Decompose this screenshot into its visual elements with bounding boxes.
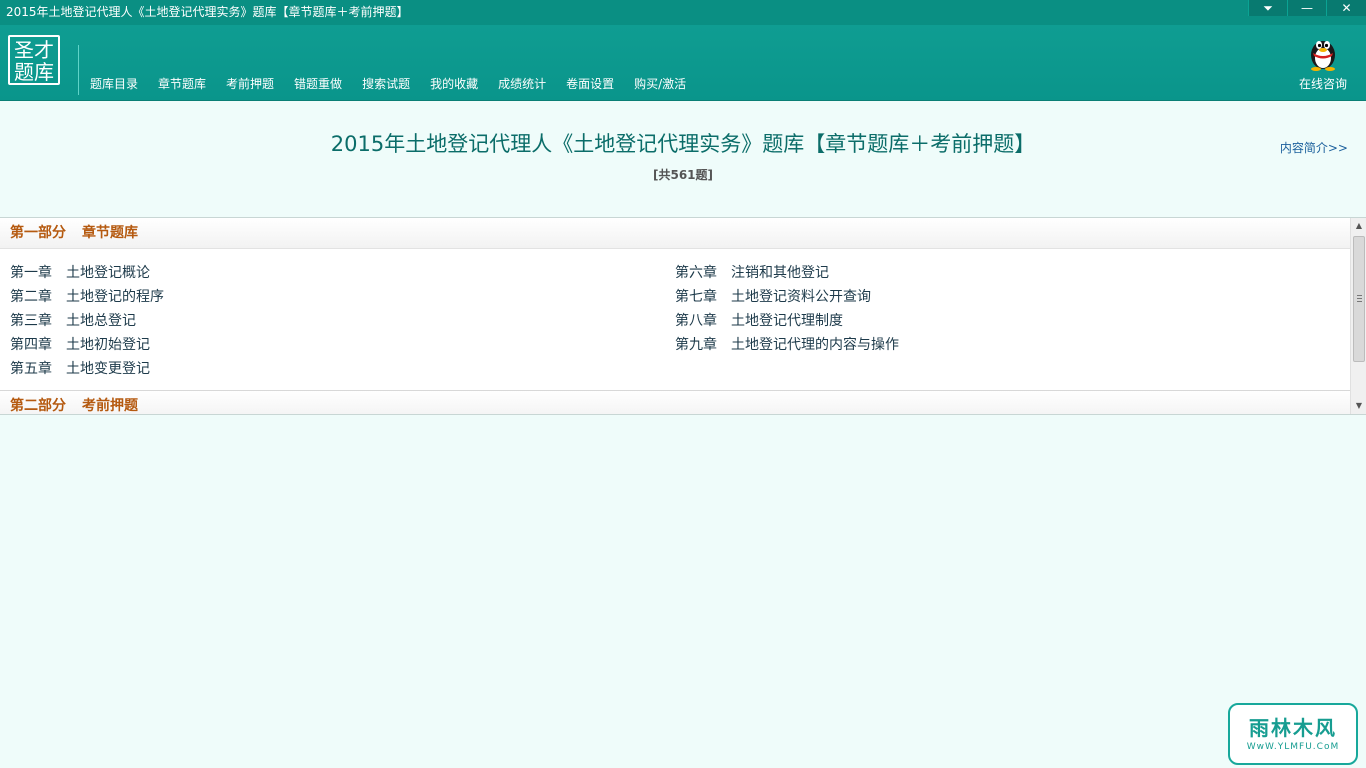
app-header: 圣才 题库 题库目录 章节题库 考前押题 错题重做 搜索试题 我的收藏 成绩统计… (0, 25, 1366, 100)
online-consult-label: 在线咨询 (1298, 77, 1347, 91)
nav-favorites[interactable]: 我的收藏 (420, 76, 488, 92)
chapter-title: 土地登记概论 (66, 265, 150, 281)
menu-dropdown-button[interactable]: ⏷ (1248, 0, 1287, 16)
close-button[interactable]: ✕ (1326, 0, 1366, 16)
chapter-number: 第九章 (675, 337, 717, 353)
question-count: [共561题] (652, 168, 714, 182)
chapter-link[interactable]: 第二章 土地登记的程序 (10, 285, 164, 309)
part-2-label: 第二部分 (10, 398, 66, 414)
chapter-title: 土地登记资料公开查询 (731, 289, 871, 305)
chapter-title: 土地初始登记 (66, 337, 150, 353)
part-1-header: 第一部分 章节题库 (0, 218, 1350, 249)
part-1-chapters: 第一章 土地登记概论 第二章 土地登记的程序 第三章 土地总登记 第四章 土地初始登记 … (0, 249, 1350, 389)
chapter-number: 第四章 (10, 337, 52, 353)
page-title: 2015年土地登记代理人《土地登记代理实务》题库【章节题库＋考前押题】 (330, 132, 1036, 156)
main-nav: 题库目录 章节题库 考前押题 错题重做 搜索试题 我的收藏 成绩统计 卷面设置 … (80, 76, 696, 92)
chapter-number: 第一章 (10, 265, 52, 281)
nav-search[interactable]: 搜索试题 (352, 76, 420, 92)
chapter-title: 注销和其他登记 (731, 265, 829, 281)
nav-page-settings[interactable]: 卷面设置 (556, 76, 624, 92)
logo-line-2: 题库 (14, 60, 54, 84)
chapter-link[interactable]: 第一章 土地登记概论 (10, 261, 164, 285)
nav-chapter-bank[interactable]: 章节题库 (148, 76, 216, 92)
window-title: 2015年土地登记代理人《土地登记代理实务》题库【章节题库＋考前押题】 (6, 5, 409, 19)
window-controls: ⏷ — ✕ (1248, 0, 1366, 16)
part-1-label: 第一部分 (10, 225, 66, 241)
chapter-number: 第二章 (10, 289, 52, 305)
nav-redo-wrong[interactable]: 错题重做 (284, 76, 352, 92)
chapter-link[interactable]: 第五章 土地变更登记 (10, 357, 164, 381)
chapter-column-right: 第六章 注销和其他登记 第七章 土地登记资料公开查询 第八章 土地登记代理制度 第九章… (675, 261, 899, 357)
header-divider (0, 100, 1366, 101)
site-watermark-logo: 雨林木风 WwW.YLMFU.CoM (1228, 703, 1358, 765)
nav-score-stats[interactable]: 成绩统计 (488, 76, 556, 92)
nav-catalog[interactable]: 题库目录 (80, 76, 148, 92)
logo-divider (78, 45, 79, 95)
chapter-link[interactable]: 第九章 土地登记代理的内容与操作 (675, 333, 899, 357)
chapter-link[interactable]: 第四章 土地初始登记 (10, 333, 164, 357)
chapter-title: 土地登记代理的内容与操作 (731, 337, 899, 353)
chapter-link[interactable]: 第七章 土地登记资料公开查询 (675, 285, 899, 309)
minimize-button[interactable]: — (1287, 0, 1326, 16)
window-title-bar: 2015年土地登记代理人《土地登记代理实务》题库【章节题库＋考前押题】 ⏷ — … (0, 0, 1366, 25)
nav-pre-exam[interactable]: 考前押题 (216, 76, 284, 92)
qq-penguin-icon (1305, 33, 1341, 71)
panel-scrollbar[interactable]: ▲ ▼ (1350, 218, 1366, 414)
part-2-name: 考前押题 (82, 398, 138, 414)
chapter-number: 第六章 (675, 265, 717, 281)
chapter-number: 第三章 (10, 313, 52, 329)
nav-buy-activate[interactable]: 购买/激活 (624, 76, 696, 92)
online-consult-button[interactable]: 在线咨询 (1298, 33, 1348, 91)
part-2-header[interactable]: 第二部分 考前押题 (0, 390, 1350, 414)
chapter-title: 土地总登记 (66, 313, 136, 329)
scroll-grip-icon (1357, 295, 1362, 302)
content-intro-link[interactable]: 内容简介>> (1280, 139, 1348, 156)
scroll-up-arrow-icon[interactable]: ▲ (1351, 218, 1366, 234)
chapter-title: 土地登记的程序 (66, 289, 164, 305)
chapter-column-left: 第一章 土地登记概论 第二章 土地登记的程序 第三章 土地总登记 第四章 土地初始登记 … (10, 261, 164, 381)
chapter-link[interactable]: 第六章 注销和其他登记 (675, 261, 899, 285)
part-1-name: 章节题库 (82, 225, 138, 241)
chapter-title: 土地登记代理制度 (731, 313, 843, 329)
chapter-link[interactable]: 第八章 土地登记代理制度 (675, 309, 899, 333)
chapter-title: 土地变更登记 (66, 361, 150, 377)
catalog-panel: 第一部分 章节题库 第一章 土地登记概论 第二章 土地登记的程序 第三章 土地总登记 第… (0, 217, 1366, 415)
chapter-number: 第七章 (675, 289, 717, 305)
watermark-text: 雨林木风 (1249, 716, 1337, 740)
chapter-link[interactable]: 第三章 土地总登记 (10, 309, 164, 333)
logo-line-1: 圣才 (14, 38, 54, 62)
chapter-number: 第八章 (675, 313, 717, 329)
scroll-thumb[interactable] (1353, 236, 1365, 362)
app-logo: 圣才 题库 (8, 35, 60, 85)
chapter-number: 第五章 (10, 361, 52, 377)
watermark-url: WwW.YLMFU.CoM (1246, 742, 1340, 752)
scroll-down-arrow-icon[interactable]: ▼ (1351, 398, 1366, 414)
